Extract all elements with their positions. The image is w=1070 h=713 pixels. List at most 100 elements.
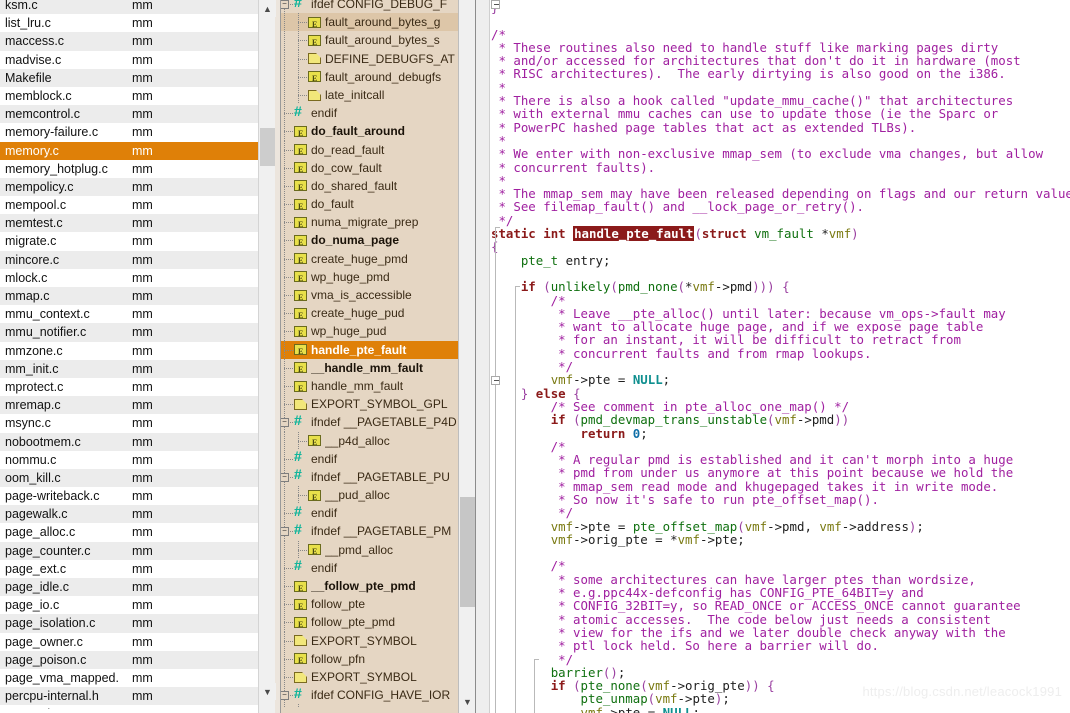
- symbol-tree-item[interactable]: endif: [281, 449, 459, 468]
- symbol-tree-item[interactable]: __p4d_alloc: [281, 431, 459, 452]
- symbol-tree-item[interactable]: wp_huge_pmd: [281, 267, 459, 289]
- file-list-item[interactable]: mempool.c mm: [0, 196, 259, 215]
- file-list-item[interactable]: page_counter.c mm: [0, 541, 259, 560]
- scroll-up-icon[interactable]: ▲: [259, 0, 276, 17]
- file-list-item[interactable]: mincore.c mm: [0, 250, 259, 269]
- symbol-tree-item[interactable]: __handle_mm_fault: [281, 358, 459, 380]
- file-list-item[interactable]: page_idle.c mm: [0, 578, 259, 597]
- file-list-item[interactable]: memcontrol.c mm: [0, 105, 259, 124]
- symbol-tree-item[interactable]: follow_pte: [281, 595, 459, 616]
- symbol-tree-item[interactable]: create_huge_pud: [281, 304, 459, 325]
- file-list-item[interactable]: oom_kill.c mm: [0, 468, 259, 488]
- file-list-item[interactable]: page_poison.c mm: [0, 650, 259, 669]
- file-list-item[interactable]: page_ext.c mm: [0, 559, 259, 578]
- symbol-tree-item[interactable]: __pud_alloc: [281, 486, 459, 507]
- symbol-tree-item[interactable]: do_shared_fault: [281, 176, 459, 198]
- symbol-tree-item[interactable]: EXPORT_SYMBOL_GPL: [281, 395, 459, 414]
- tree-collapse-icon[interactable]: −: [281, 418, 289, 428]
- file-list-item[interactable]: ksm.c mm: [0, 0, 259, 15]
- symbol-tree-item[interactable]: fault_around_debugfs: [281, 67, 459, 89]
- file-list-item[interactable]: percpu-internal.h mm: [0, 687, 259, 706]
- file-list-item[interactable]: nommu.c mm: [0, 450, 259, 469]
- tree-collapse-icon[interactable]: −: [281, 527, 289, 537]
- symbol-tree-item[interactable]: − ifndef __PAGETABLE_PM: [281, 522, 459, 541]
- symbol-tree-scrollbar[interactable]: ▼: [458, 0, 475, 713]
- file-list-item[interactable]: nobootmem.c mm: [0, 432, 259, 451]
- symbol-tree-item[interactable]: __pmd_alloc: [281, 540, 459, 561]
- symbol-tree-item[interactable]: do_fault: [281, 195, 459, 216]
- file-list-item[interactable]: mmu_context.c mm: [0, 305, 259, 324]
- symbol-tree-item[interactable]: vma_is_accessible: [281, 286, 459, 307]
- symbol-tree-item[interactable]: numa_migrate_prep: [281, 213, 459, 234]
- symbol-tree-item[interactable]: late_initcall: [281, 85, 459, 105]
- file-list-item[interactable]: migrate.c mm: [0, 232, 259, 251]
- symbol-tree[interactable]: − ifdef CONFIG_DEBUG_F fault_around_bytes_…: [281, 0, 459, 708]
- file-list-item[interactable]: mmu_notifier.c mm: [0, 323, 259, 342]
- file-list-item[interactable]: mmzone.c mm: [0, 341, 259, 360]
- symbol-tree-item[interactable]: wp_huge_pud: [281, 322, 459, 343]
- code-fold-toggle[interactable]: [491, 376, 500, 386]
- file-project: mm: [132, 289, 153, 303]
- file-list-item[interactable]: memory-failure.c mm: [0, 123, 259, 142]
- symbol-tree-item[interactable]: EXPORT_SYMBOL: [281, 667, 459, 687]
- file-list-item[interactable]: Makefile mm: [0, 68, 259, 87]
- symbol-tree-item[interactable]: follow_pfn: [281, 649, 459, 671]
- symbol-tree-item[interactable]: create_huge_pmd: [281, 249, 459, 270]
- file-list-item[interactable]: page-writeback.c mm: [0, 487, 259, 506]
- file-list-item[interactable]: mempolicy.c mm: [0, 177, 259, 197]
- symbol-tree-item[interactable]: − ifndef __PAGETABLE_PU: [281, 467, 459, 487]
- file-list-item[interactable]: percpu-km.cmm: [0, 705, 259, 709]
- symbol-tree-item[interactable]: __follow_pte_pmd: [281, 577, 459, 598]
- file-list-item[interactable]: mlock.c mm: [0, 268, 259, 287]
- file-list-item[interactable]: page_isolation.c mm: [0, 614, 259, 633]
- symbol-tree-item[interactable]: endif: [281, 504, 459, 523]
- symbol-tree-item[interactable]: fault_around_bytes_g: [281, 13, 459, 34]
- file-list-item[interactable]: page_io.c mm: [0, 596, 259, 615]
- symbol-tree-item[interactable]: do_numa_page: [281, 231, 459, 252]
- symbol-scroll-down-icon[interactable]: ▼: [459, 693, 475, 710]
- code-text[interactable]: } /* * These routines also need to handl…: [491, 0, 1070, 713]
- file-list-item[interactable]: memory.c mm: [0, 141, 259, 160]
- file-list-item[interactable]: page_alloc.c mm: [0, 523, 259, 542]
- symbol-tree-item[interactable]: endif: [281, 558, 459, 577]
- file-list-item[interactable]: mm_init.c mm: [0, 359, 259, 378]
- file-list-item[interactable]: memtest.c mm: [0, 214, 259, 233]
- file-list-item[interactable]: maccess.c mm: [0, 32, 259, 51]
- file-list-item[interactable]: mremap.c mm: [0, 396, 259, 415]
- tree-collapse-icon[interactable]: −: [281, 691, 289, 701]
- code-editor-panel[interactable]: } /* * These routines also need to handl…: [476, 0, 1070, 713]
- symbol-tree-item[interactable]: − ifdef CONFIG_HAVE_IOR: [281, 686, 459, 705]
- tree-collapse-icon[interactable]: −: [281, 0, 289, 9]
- file-list-item[interactable]: mprotect.c mm: [0, 377, 259, 397]
- tree-collapse-icon[interactable]: −: [281, 472, 289, 482]
- file-list-item[interactable]: memory_hotplug.c mm: [0, 159, 259, 178]
- symbol-scrollbar-thumb[interactable]: [460, 497, 475, 607]
- file-list-item[interactable]: pagewalk.c mm: [0, 505, 259, 524]
- file-scrollbar-thumb[interactable]: [260, 128, 275, 166]
- symbol-tree-item[interactable]: handle_pte_fault: [281, 340, 459, 361]
- file-list-item[interactable]: memblock.c mm: [0, 86, 259, 106]
- file-list-item[interactable]: mmap.c mm: [0, 287, 259, 306]
- file-list-scrollbar[interactable]: ▲ ▼: [258, 0, 276, 713]
- symbol-tree-item[interactable]: − ifdef CONFIG_DEBUG_F: [281, 0, 459, 14]
- file-list[interactable]: ksm.c mm list_lru.c mm maccess.c mm madvise.c m…: [0, 0, 259, 709]
- file-list-item[interactable]: madvise.c mm: [0, 50, 259, 69]
- file-list-item[interactable]: msync.c mm: [0, 414, 259, 433]
- symbol-tree-item[interactable]: follow_phys: [281, 704, 459, 708]
- symbol-tree-item[interactable]: endif: [281, 104, 459, 123]
- symbol-tree-item[interactable]: DEFINE_DEBUGFS_AT: [281, 49, 459, 68]
- symbol-tree-item[interactable]: EXPORT_SYMBOL: [281, 631, 459, 650]
- scroll-down-icon[interactable]: ▼: [259, 683, 276, 700]
- symbol-tree-item[interactable]: do_cow_fault: [281, 158, 459, 179]
- symbol-tree-item[interactable]: do_fault_around: [281, 122, 459, 143]
- tree-guide-branch: [298, 440, 307, 442]
- symbol-tree-item[interactable]: handle_mm_fault: [281, 376, 459, 398]
- file-list-item[interactable]: page_owner.c mm: [0, 632, 259, 651]
- code-fold-toggle[interactable]: [491, 0, 500, 9]
- symbol-tree-item[interactable]: follow_pte_pmd: [281, 613, 459, 634]
- file-list-item[interactable]: page_vma_mapped. mm: [0, 668, 259, 688]
- symbol-tree-item[interactable]: do_read_fault: [281, 140, 459, 161]
- file-list-item[interactable]: list_lru.c mm: [0, 14, 259, 33]
- symbol-tree-item[interactable]: − ifndef __PAGETABLE_P4D: [281, 413, 459, 432]
- symbol-tree-item[interactable]: fault_around_bytes_s: [281, 31, 459, 52]
